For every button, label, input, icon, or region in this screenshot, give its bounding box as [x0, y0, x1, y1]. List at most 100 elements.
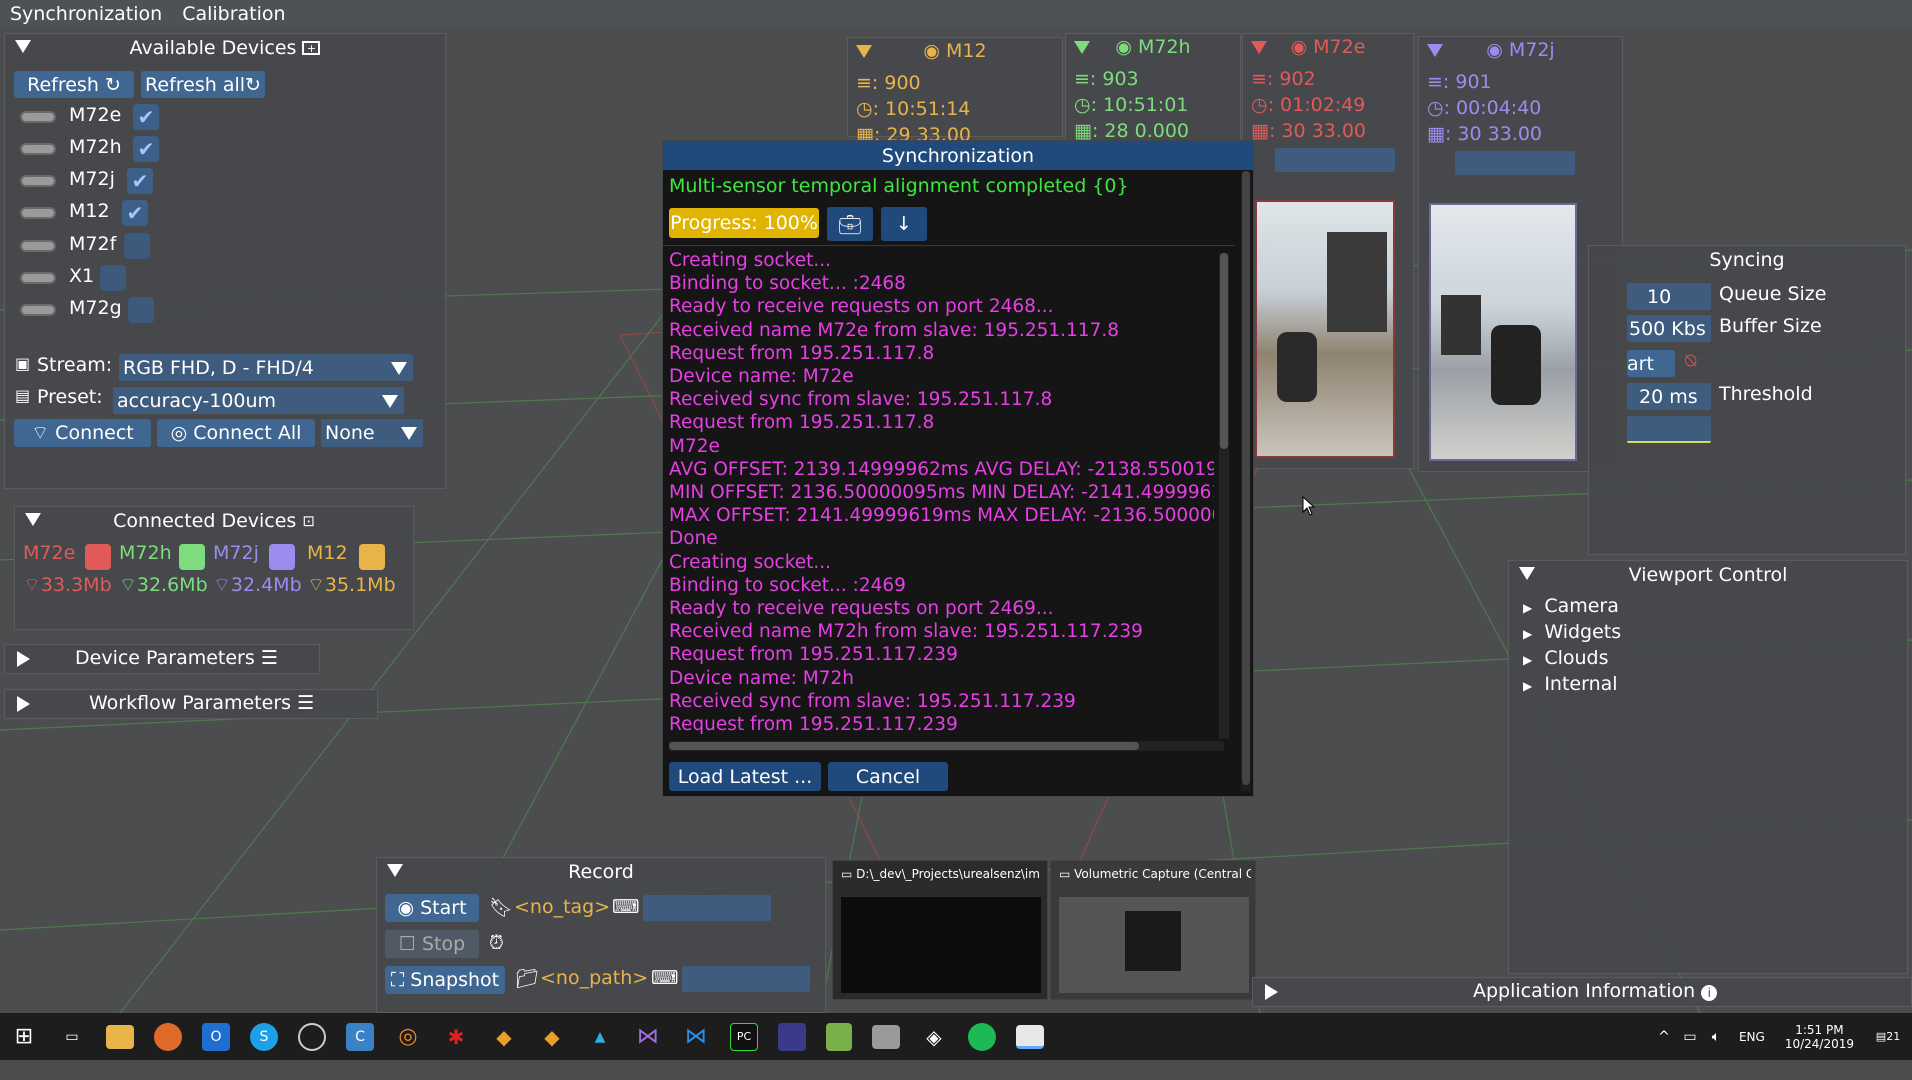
app-gray-icon[interactable] — [872, 1024, 900, 1049]
unity-icon[interactable]: ◈ — [920, 1019, 948, 1055]
blender-icon[interactable]: ◎ — [394, 1019, 422, 1055]
device-toggle[interactable] — [20, 304, 56, 316]
log-vertical-scrollbar[interactable] — [1219, 253, 1229, 739]
menu-synchronization[interactable]: Synchronization — [0, 3, 172, 25]
menu-calibration[interactable]: Calibration — [172, 3, 295, 25]
vscode-icon[interactable]: ⋈ — [682, 1019, 710, 1055]
connect-button[interactable]: ⌔ Connect — [14, 419, 151, 447]
load-latest-button[interactable]: Load Latest ... — [669, 762, 821, 791]
workflow-parameters-panel[interactable]: Workflow Parameters ☰ — [4, 689, 378, 719]
record-header[interactable]: Record — [377, 858, 825, 886]
refresh-button[interactable]: Refresh ↻ — [14, 71, 134, 98]
device-checkbox[interactable]: ✔ — [133, 136, 159, 162]
browser-icon[interactable] — [298, 1022, 326, 1051]
frame-count: ≡: 902 — [1251, 68, 1316, 90]
device-toggle[interactable] — [20, 143, 56, 155]
taskbar-thumbnail-capture[interactable]: ▭ Volumetric Capture (Central C... — [1050, 860, 1256, 1000]
collapse-triangle-icon[interactable] — [15, 40, 31, 53]
cancel-button[interactable]: Cancel — [828, 762, 948, 791]
clock[interactable]: 1:51 PM 10/24/2019 — [1785, 1023, 1854, 1051]
device-checkbox[interactable] — [100, 265, 126, 291]
eye-icon: ◉ — [1486, 39, 1503, 61]
app-purple-icon[interactable] — [778, 1022, 806, 1051]
device-checkbox[interactable]: ✔ — [127, 168, 153, 194]
app-c-icon[interactable]: C — [346, 1022, 374, 1051]
path-input[interactable] — [682, 966, 810, 992]
application-information-bar[interactable]: Application Information i — [1252, 977, 1912, 1007]
volumetric-capture-icon[interactable] — [1016, 1024, 1044, 1049]
device-checkbox[interactable]: ✔ — [133, 104, 159, 130]
device-checkbox[interactable] — [128, 297, 154, 323]
camera-header[interactable]: ◉ M72j — [1419, 37, 1622, 63]
expand-triangle-icon[interactable] — [17, 651, 30, 667]
collapse-triangle-icon — [1519, 567, 1535, 580]
viewport-control-header[interactable]: Viewport Control — [1509, 561, 1907, 589]
camera-input[interactable] — [1275, 148, 1395, 172]
connect-mode-select[interactable]: None — [321, 419, 423, 447]
camera-header[interactable]: ◉ M12 — [848, 38, 1062, 64]
windows-start-icon[interactable]: ⊞ — [6, 1019, 42, 1055]
log-line: Device name: M72h — [669, 667, 854, 689]
log-horizontal-scrollbar[interactable] — [669, 741, 1224, 751]
tag-input[interactable] — [643, 895, 771, 921]
device-toggle[interactable] — [20, 240, 56, 252]
prism-icon[interactable]: ▲ — [582, 1019, 618, 1055]
stream-select[interactable]: RGB FHD, D - FHD/4 — [119, 354, 413, 381]
device-parameters-panel[interactable]: Device Parameters ☰ — [4, 644, 320, 674]
language-indicator[interactable]: ENG — [1739, 1030, 1765, 1044]
tray-chevron-icon[interactable]: ^ — [1655, 1019, 1673, 1055]
taskbar-thumbnail-console[interactable]: ▭ D:\_dev\_Projects\urealsenz\im... — [832, 860, 1048, 1000]
snapshot-button[interactable]: ⛶ Snapshot — [385, 966, 505, 994]
device-checkbox[interactable] — [124, 233, 150, 259]
notepad-icon[interactable] — [826, 1022, 852, 1051]
device-toggle[interactable] — [20, 111, 56, 123]
network-icon[interactable]: ▭ — [1681, 1019, 1699, 1055]
tree-item-widgets[interactable]: ▶ Widgets — [1523, 621, 1621, 643]
tree-item-clouds[interactable]: ▶ Clouds — [1523, 647, 1609, 669]
dialog-outer-scrollbar[interactable] — [1241, 171, 1251, 791]
pycharm-icon[interactable]: PC — [730, 1022, 758, 1051]
firefox-icon[interactable] — [154, 1022, 182, 1051]
spotify-icon[interactable] — [968, 1022, 996, 1051]
connected-devices-panel: Connected Devices ⊡ M72e ⌔33.3Mb M72h ⌔3… — [14, 506, 414, 630]
briefcase-button[interactable]: 💼︎ — [827, 207, 873, 241]
file-explorer-icon[interactable] — [106, 1024, 134, 1049]
device-checkbox[interactable]: ✔ — [122, 200, 148, 226]
tree-item-internal[interactable]: ▶ Internal — [1523, 673, 1618, 695]
notifications-icon[interactable]: ▤ 21 — [1874, 1019, 1902, 1055]
preset-select[interactable]: accuracy-100um — [113, 387, 404, 414]
camera-header[interactable]: ◉ M72h — [1066, 34, 1240, 60]
camera-header[interactable]: ◉ M72e — [1243, 34, 1413, 60]
buffer-size-input[interactable]: 500 Kbs — [1627, 315, 1711, 342]
refresh-all-button[interactable]: Refresh all ↻ — [141, 71, 265, 98]
bug-icon[interactable]: ✱ — [442, 1019, 470, 1055]
sync-start-button[interactable]: art — [1627, 350, 1675, 377]
device-toggle[interactable] — [20, 207, 56, 219]
queue-size-input[interactable]: 10 — [1627, 283, 1711, 310]
caret-right-icon: ▶ — [1523, 601, 1533, 615]
device-toggle[interactable] — [20, 175, 56, 187]
tree-item-camera[interactable]: ▶ Camera — [1523, 595, 1619, 617]
skype-icon[interactable]: S — [250, 1022, 278, 1051]
collapse-triangle-icon[interactable] — [25, 513, 41, 526]
expand-triangle-icon[interactable] — [17, 696, 30, 712]
git-icon[interactable]: ◆ — [538, 1019, 566, 1055]
git-icon[interactable]: ◆ — [490, 1019, 518, 1055]
connect-all-button[interactable]: ◎ Connect All — [157, 419, 315, 447]
outlook-icon[interactable]: O — [202, 1022, 230, 1051]
alarm-icon: ⏰︎ — [489, 932, 504, 954]
record-stop-button[interactable]: ☐ Stop — [385, 930, 479, 958]
chevron-down-icon — [382, 395, 398, 408]
camera-input[interactable] — [1455, 151, 1575, 175]
visual-studio-icon[interactable]: ⋈ — [634, 1019, 662, 1055]
device-toggle[interactable] — [20, 272, 56, 284]
available-devices-header[interactable]: Available Devices + — [5, 34, 445, 62]
threshold-input[interactable]: 20 ms — [1627, 383, 1711, 410]
volume-icon[interactable]: 🔈︎ — [1707, 1019, 1725, 1055]
task-view-icon[interactable]: ▭ — [54, 1019, 90, 1055]
download-button[interactable]: ↓ — [881, 207, 927, 241]
connected-devices-header[interactable]: Connected Devices ⊡ — [15, 507, 413, 535]
sync-progress-field — [1627, 416, 1711, 443]
record-start-button[interactable]: ◉ Start — [385, 894, 479, 922]
expand-triangle-icon[interactable] — [1265, 984, 1278, 1000]
